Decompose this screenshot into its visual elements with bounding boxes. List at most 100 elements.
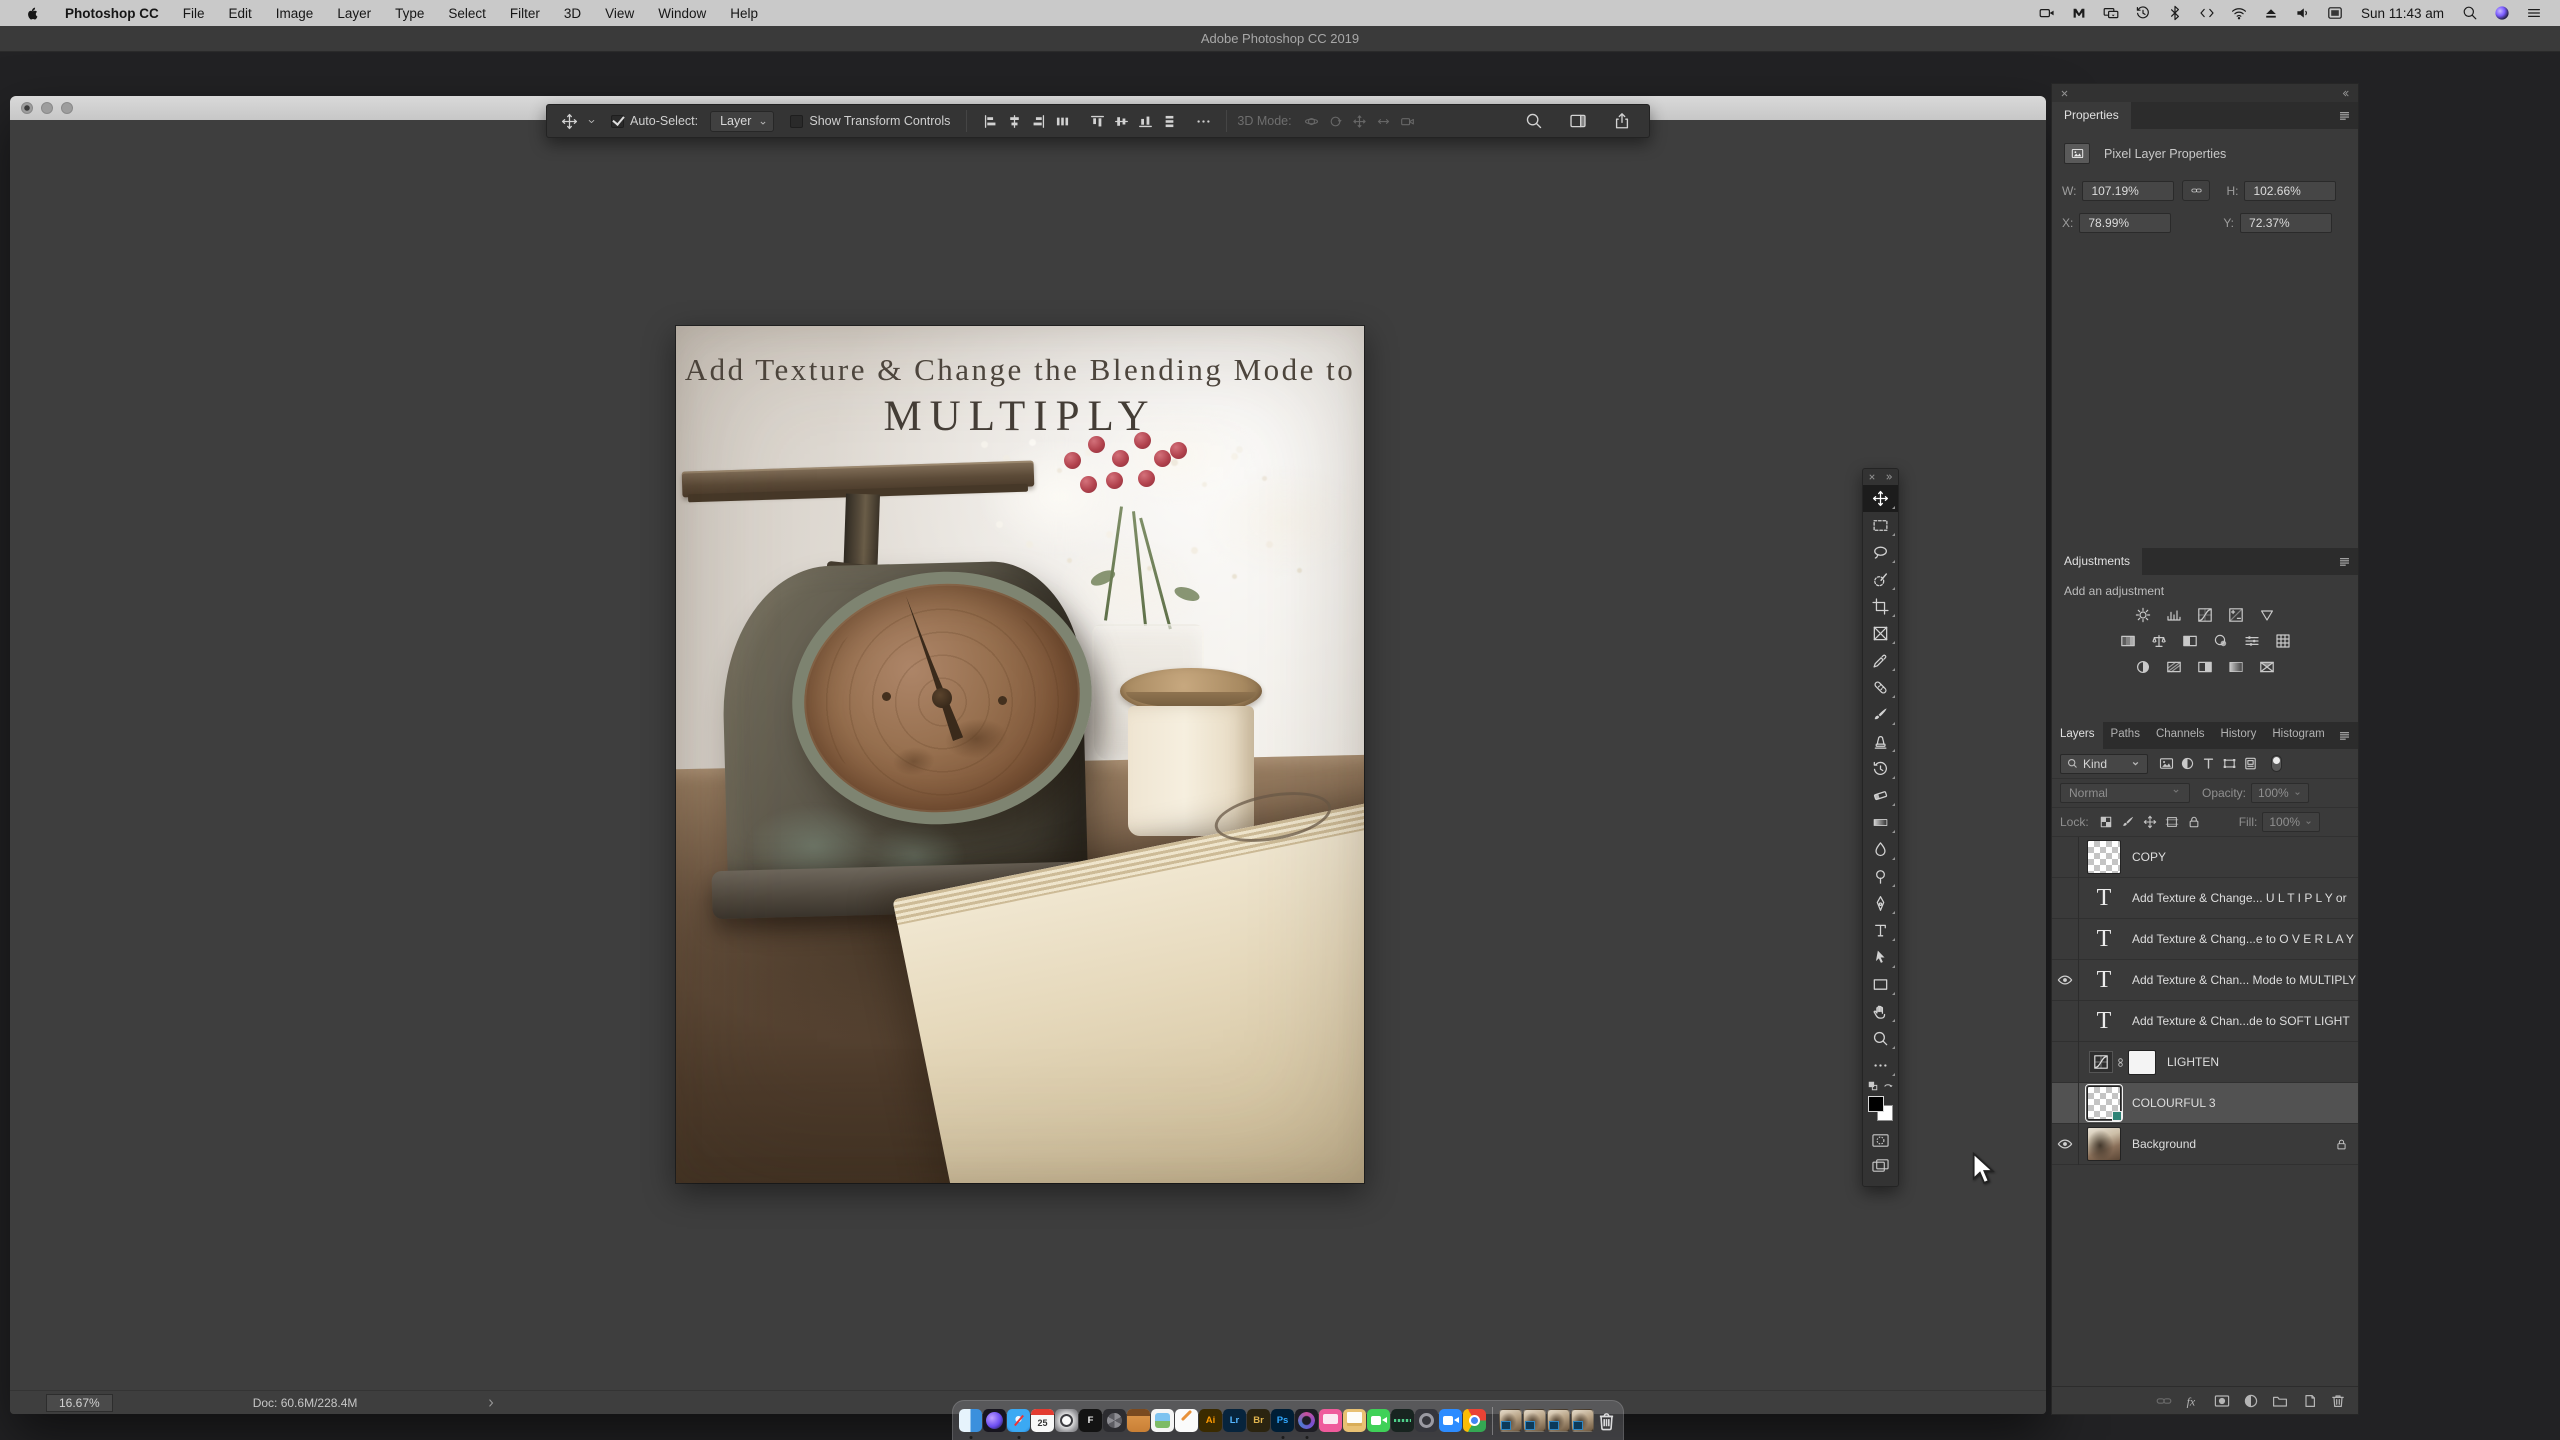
layer-filter-toggle[interactable] xyxy=(2271,755,2282,772)
tool-type[interactable] xyxy=(1863,917,1898,944)
menu-view[interactable]: View xyxy=(593,6,646,21)
eject-icon[interactable] xyxy=(2255,5,2287,21)
menu-filter[interactable]: Filter xyxy=(498,6,552,21)
tab-paths[interactable]: Paths xyxy=(2103,722,2148,749)
text-layer-thumbnail[interactable]: T xyxy=(2087,922,2121,956)
align-left-icon[interactable] xyxy=(983,114,998,129)
tab-histogram[interactable]: Histogram xyxy=(2264,722,2332,749)
layer-name[interactable]: Background xyxy=(2132,1137,2196,1151)
adjustment-layers-filter-icon[interactable] xyxy=(2177,756,2198,771)
collapse-panels-icon[interactable] xyxy=(2341,89,2350,98)
shape-layers-filter-icon[interactable] xyxy=(2219,756,2240,771)
lock-position-icon[interactable] xyxy=(2140,815,2160,829)
display-mirror-icon[interactable] xyxy=(2095,5,2127,21)
tab-layers[interactable]: Layers xyxy=(2052,722,2103,749)
malwarebytes-icon[interactable] xyxy=(2063,5,2095,21)
code-brackets-icon[interactable] xyxy=(2191,5,2223,21)
foreground-color-swatch[interactable] xyxy=(1868,1096,1884,1112)
dock-pages-app[interactable] xyxy=(1175,1409,1198,1432)
height-field[interactable]: 102.66% xyxy=(2244,180,2337,201)
blend-mode-dropdown[interactable]: Normal xyxy=(2060,783,2190,803)
zoom-level-field[interactable]: 16.67% xyxy=(46,1393,113,1412)
dock-illustrator[interactable]: Ai xyxy=(1199,1409,1222,1432)
lock-transparent-icon[interactable] xyxy=(2096,815,2116,829)
lock-artboard-icon[interactable] xyxy=(2162,815,2182,829)
layer-name[interactable]: LIGHTEN xyxy=(2167,1055,2219,1069)
gradient-map-icon[interactable] xyxy=(2226,657,2247,677)
dock-photos-app[interactable] xyxy=(1151,1409,1174,1432)
layer-thumbnail[interactable] xyxy=(2087,1127,2121,1161)
dock-fontexplorer[interactable]: F xyxy=(1079,1409,1102,1432)
bluetooth-icon[interactable] xyxy=(2159,5,2191,21)
share-icon[interactable] xyxy=(1613,112,1631,130)
layer-mask-button[interactable] xyxy=(2214,1393,2230,1409)
x-field[interactable]: 78.99% xyxy=(2079,213,2172,233)
apple-menu[interactable] xyxy=(10,5,53,22)
black-white-icon[interactable] xyxy=(2179,631,2200,651)
tool-zoom[interactable] xyxy=(1863,1025,1898,1052)
tool-move[interactable] xyxy=(1863,485,1898,512)
eye-toggle[interactable] xyxy=(2052,1123,2079,1165)
eye-toggle[interactable] xyxy=(2052,959,2079,1001)
search-icon[interactable] xyxy=(1525,112,1543,130)
dock-notes-app[interactable] xyxy=(1127,1409,1150,1432)
text-layer-thumbnail[interactable]: T xyxy=(2087,881,2121,915)
new-adjustment-button[interactable] xyxy=(2243,1393,2259,1409)
curves-adjustment-icon[interactable] xyxy=(2089,1051,2113,1073)
layers-menu-icon[interactable] xyxy=(2338,729,2351,742)
status-chevron-icon[interactable] xyxy=(485,1397,497,1409)
layer-name[interactable]: Add Texture & Change... U L T I P L Y or xyxy=(2132,891,2347,905)
width-field[interactable]: 107.19% xyxy=(2082,180,2175,201)
show-transform-checkbox[interactable] xyxy=(790,114,804,128)
zoom-window-button[interactable] xyxy=(61,102,73,114)
eye-toggle[interactable] xyxy=(2052,1041,2079,1083)
layer-row[interactable]: COLOURFUL 3 xyxy=(2052,1082,2358,1124)
align-options-icon[interactable] xyxy=(1195,113,1212,130)
tab-adjustments[interactable]: Adjustments xyxy=(2052,548,2143,575)
properties-menu-icon[interactable] xyxy=(2338,109,2351,122)
tool-hand[interactable] xyxy=(1863,998,1898,1025)
input-source-icon[interactable] xyxy=(2319,5,2351,21)
dock-display-app[interactable] xyxy=(1319,1409,1342,1432)
new-layer-button[interactable] xyxy=(2301,1393,2317,1409)
dock-bridge[interactable]: Br xyxy=(1247,1409,1270,1432)
dock-photoshop[interactable]: Ps xyxy=(1271,1409,1294,1439)
notification-center-icon[interactable] xyxy=(2518,5,2550,21)
distribute-h-icon[interactable] xyxy=(1055,114,1070,129)
tab-history[interactable]: History xyxy=(2213,722,2265,749)
tool-eraser[interactable] xyxy=(1863,782,1898,809)
menu-layer[interactable]: Layer xyxy=(325,6,383,21)
delete-layer-button[interactable] xyxy=(2330,1393,2346,1409)
link-dimensions-button[interactable] xyxy=(2182,180,2211,201)
menu-help[interactable]: Help xyxy=(718,6,770,21)
quick-mask-button[interactable] xyxy=(1863,1128,1898,1153)
expand-toolbar-icon[interactable] xyxy=(1885,473,1893,481)
invert-icon[interactable] xyxy=(2133,657,2154,677)
tool-dodge[interactable] xyxy=(1863,863,1898,890)
tool-brush[interactable] xyxy=(1863,701,1898,728)
layer-filter-kind-dropdown[interactable]: Kind xyxy=(2060,753,2148,774)
dock-lightroom[interactable]: Lr xyxy=(1223,1409,1246,1432)
time-machine-icon[interactable] xyxy=(2127,5,2159,21)
lock-pixels-icon[interactable] xyxy=(2118,815,2138,829)
channel-mixer-icon[interactable] xyxy=(2241,631,2262,651)
menu-image[interactable]: Image xyxy=(264,6,326,21)
menu-file[interactable]: File xyxy=(171,6,217,21)
lock-all-icon[interactable] xyxy=(2184,815,2204,829)
auto-select-target-dropdown[interactable]: Layer xyxy=(710,110,775,132)
tool-path-select[interactable] xyxy=(1863,944,1898,971)
tool-healing-brush[interactable] xyxy=(1863,674,1898,701)
menu-edit[interactable]: Edit xyxy=(217,6,264,21)
layer-row[interactable]: COPY xyxy=(2052,836,2358,878)
dock-document-thumbnail[interactable] xyxy=(1547,1409,1570,1432)
y-field[interactable]: 72.37% xyxy=(2240,213,2333,233)
dock-media-app[interactable] xyxy=(1295,1409,1318,1439)
dock-calendar[interactable]: 25 xyxy=(1031,1409,1054,1432)
layer-row[interactable]: LIGHTEN xyxy=(2052,1041,2358,1083)
tool-edit-toolbar[interactable] xyxy=(1863,1052,1898,1079)
tool-gradient[interactable] xyxy=(1863,809,1898,836)
fill-field[interactable]: 100% xyxy=(2262,812,2321,832)
dock-document-thumbnail[interactable] xyxy=(1571,1409,1594,1432)
siri-icon[interactable] xyxy=(2486,5,2518,21)
eye-toggle[interactable] xyxy=(2052,1000,2079,1042)
